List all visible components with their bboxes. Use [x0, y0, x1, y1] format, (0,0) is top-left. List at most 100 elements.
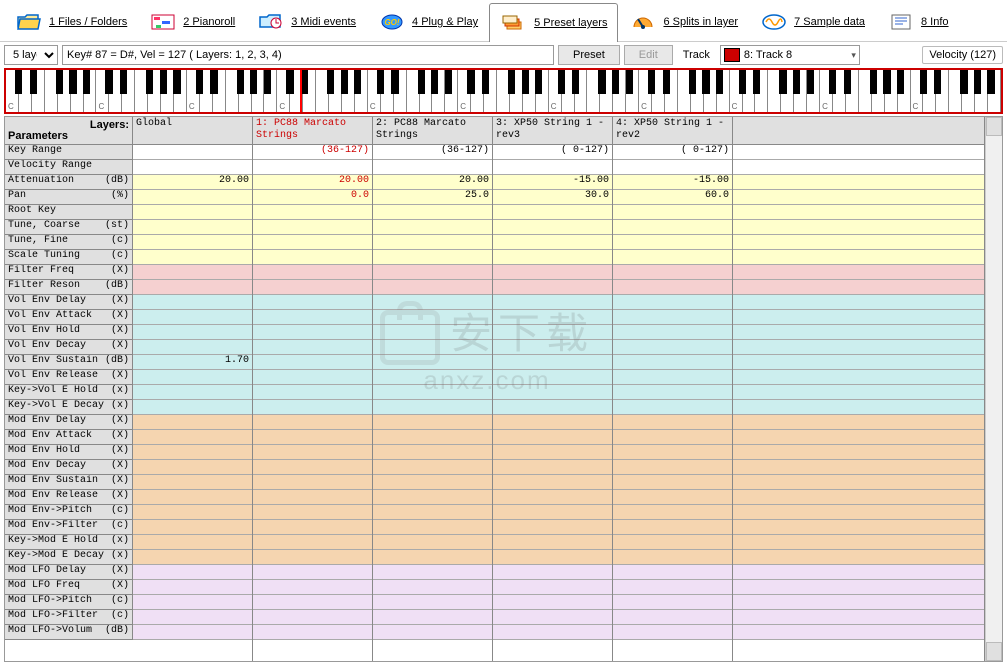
grid-cell[interactable] — [253, 265, 372, 280]
white-key[interactable] — [833, 70, 846, 112]
white-key[interactable] — [303, 70, 316, 112]
white-key[interactable] — [846, 70, 859, 112]
grid-cell[interactable] — [133, 625, 252, 640]
grid-cell[interactable] — [253, 430, 372, 445]
white-key[interactable] — [613, 70, 626, 112]
piano-keyboard[interactable]: CCCCCCCCCCC — [4, 68, 1003, 114]
grid-cell[interactable] — [253, 340, 372, 355]
layer-column-header[interactable]: 1: PC88 Marcato Strings — [253, 117, 372, 145]
grid-cell[interactable] — [613, 490, 732, 505]
grid-cell[interactable] — [373, 325, 492, 340]
grid-cell[interactable] — [133, 370, 252, 385]
param-row-header[interactable]: Key->Mod E Hold(x) — [5, 535, 133, 550]
white-key[interactable]: C — [911, 70, 924, 112]
grid-cell[interactable] — [133, 250, 252, 265]
white-key[interactable] — [794, 70, 807, 112]
param-row-header[interactable]: Tune, Coarse(st) — [5, 220, 133, 235]
grid-cell[interactable] — [253, 295, 372, 310]
tab-pianoroll[interactable]: 2 Pianoroll — [138, 2, 246, 41]
param-row-header[interactable]: Key->Vol E Decay(x) — [5, 400, 133, 415]
grid-cell[interactable] — [613, 250, 732, 265]
grid-cell[interactable] — [613, 295, 732, 310]
grid-cell[interactable] — [493, 505, 612, 520]
grid-cell[interactable] — [373, 415, 492, 430]
white-key[interactable] — [949, 70, 962, 112]
grid-cell[interactable] — [613, 625, 732, 640]
white-key[interactable] — [898, 70, 911, 112]
grid-cell[interactable] — [493, 325, 612, 340]
param-row-header[interactable]: Pan(%) — [5, 190, 133, 205]
grid-cell[interactable] — [493, 445, 612, 460]
grid-cell[interactable] — [613, 550, 732, 565]
grid-cell[interactable] — [613, 325, 732, 340]
white-key[interactable] — [109, 70, 122, 112]
tab-files-folders[interactable]: 1 Files / Folders — [4, 2, 138, 41]
grid-cell[interactable] — [253, 595, 372, 610]
grid-cell[interactable] — [133, 430, 252, 445]
grid-cell[interactable] — [133, 145, 252, 160]
grid-cell[interactable] — [373, 475, 492, 490]
white-key[interactable] — [329, 70, 342, 112]
grid-cell[interactable] — [613, 475, 732, 490]
grid-cell[interactable] — [253, 625, 372, 640]
white-key[interactable] — [743, 70, 756, 112]
param-row-header[interactable]: Mod Env Sustain(X) — [5, 475, 133, 490]
grid-cell[interactable]: -15.00 — [493, 175, 612, 190]
white-key[interactable] — [652, 70, 665, 112]
grid-cell[interactable] — [373, 370, 492, 385]
white-key[interactable] — [252, 70, 265, 112]
grid-cell[interactable] — [373, 610, 492, 625]
white-key[interactable] — [872, 70, 885, 112]
grid-cell[interactable]: 60.0 — [613, 190, 732, 205]
param-row-header[interactable]: Key Range — [5, 145, 133, 160]
white-key[interactable] — [717, 70, 730, 112]
grid-cell[interactable] — [373, 265, 492, 280]
grid-cell[interactable] — [613, 505, 732, 520]
white-key[interactable] — [213, 70, 226, 112]
white-key[interactable] — [174, 70, 187, 112]
white-key[interactable] — [32, 70, 45, 112]
param-row-header[interactable]: Mod Env Hold(X) — [5, 445, 133, 460]
white-key[interactable] — [200, 70, 213, 112]
grid-cell[interactable] — [253, 475, 372, 490]
tab-splits-layer[interactable]: 6 Splits in layer — [618, 2, 749, 41]
grid-cell[interactable]: ( 0-127) — [493, 145, 612, 160]
grid-cell[interactable] — [253, 280, 372, 295]
grid-cell[interactable] — [493, 220, 612, 235]
grid-cell[interactable] — [133, 220, 252, 235]
grid-cell[interactable] — [253, 235, 372, 250]
white-key[interactable] — [962, 70, 975, 112]
grid-cell[interactable] — [613, 580, 732, 595]
grid-cell[interactable] — [613, 310, 732, 325]
param-row-header[interactable]: Mod Env Attack(X) — [5, 430, 133, 445]
grid-cell[interactable] — [493, 610, 612, 625]
white-key[interactable] — [135, 70, 148, 112]
grid-cell[interactable] — [493, 385, 612, 400]
white-key[interactable] — [936, 70, 949, 112]
grid-cell[interactable] — [133, 535, 252, 550]
white-key[interactable]: C — [277, 70, 290, 112]
white-key[interactable] — [19, 70, 32, 112]
white-key[interactable] — [471, 70, 484, 112]
grid-cell[interactable] — [373, 220, 492, 235]
white-key[interactable] — [84, 70, 97, 112]
white-key[interactable] — [381, 70, 394, 112]
white-key[interactable] — [678, 70, 691, 112]
grid-cell[interactable] — [133, 190, 252, 205]
param-row-header[interactable]: Mod Env Delay(X) — [5, 415, 133, 430]
grid-cell[interactable] — [373, 250, 492, 265]
grid-cell[interactable] — [253, 355, 372, 370]
white-key[interactable]: C — [96, 70, 109, 112]
grid-cell[interactable] — [253, 610, 372, 625]
grid-cell[interactable] — [373, 595, 492, 610]
grid-cell[interactable] — [253, 520, 372, 535]
grid-cell[interactable] — [133, 235, 252, 250]
param-row-header[interactable]: Key->Vol E Hold(x) — [5, 385, 133, 400]
grid-cell[interactable]: ( 0-127) — [613, 145, 732, 160]
tab-midi-events[interactable]: 3 Midi events — [246, 2, 367, 41]
white-key[interactable] — [975, 70, 988, 112]
tab-sample-data[interactable]: 7 Sample data — [749, 2, 876, 41]
white-key[interactable]: C — [458, 70, 471, 112]
grid-cell[interactable] — [493, 430, 612, 445]
layer-column-header[interactable]: 3: XP50 String 1 - rev3 — [493, 117, 612, 145]
